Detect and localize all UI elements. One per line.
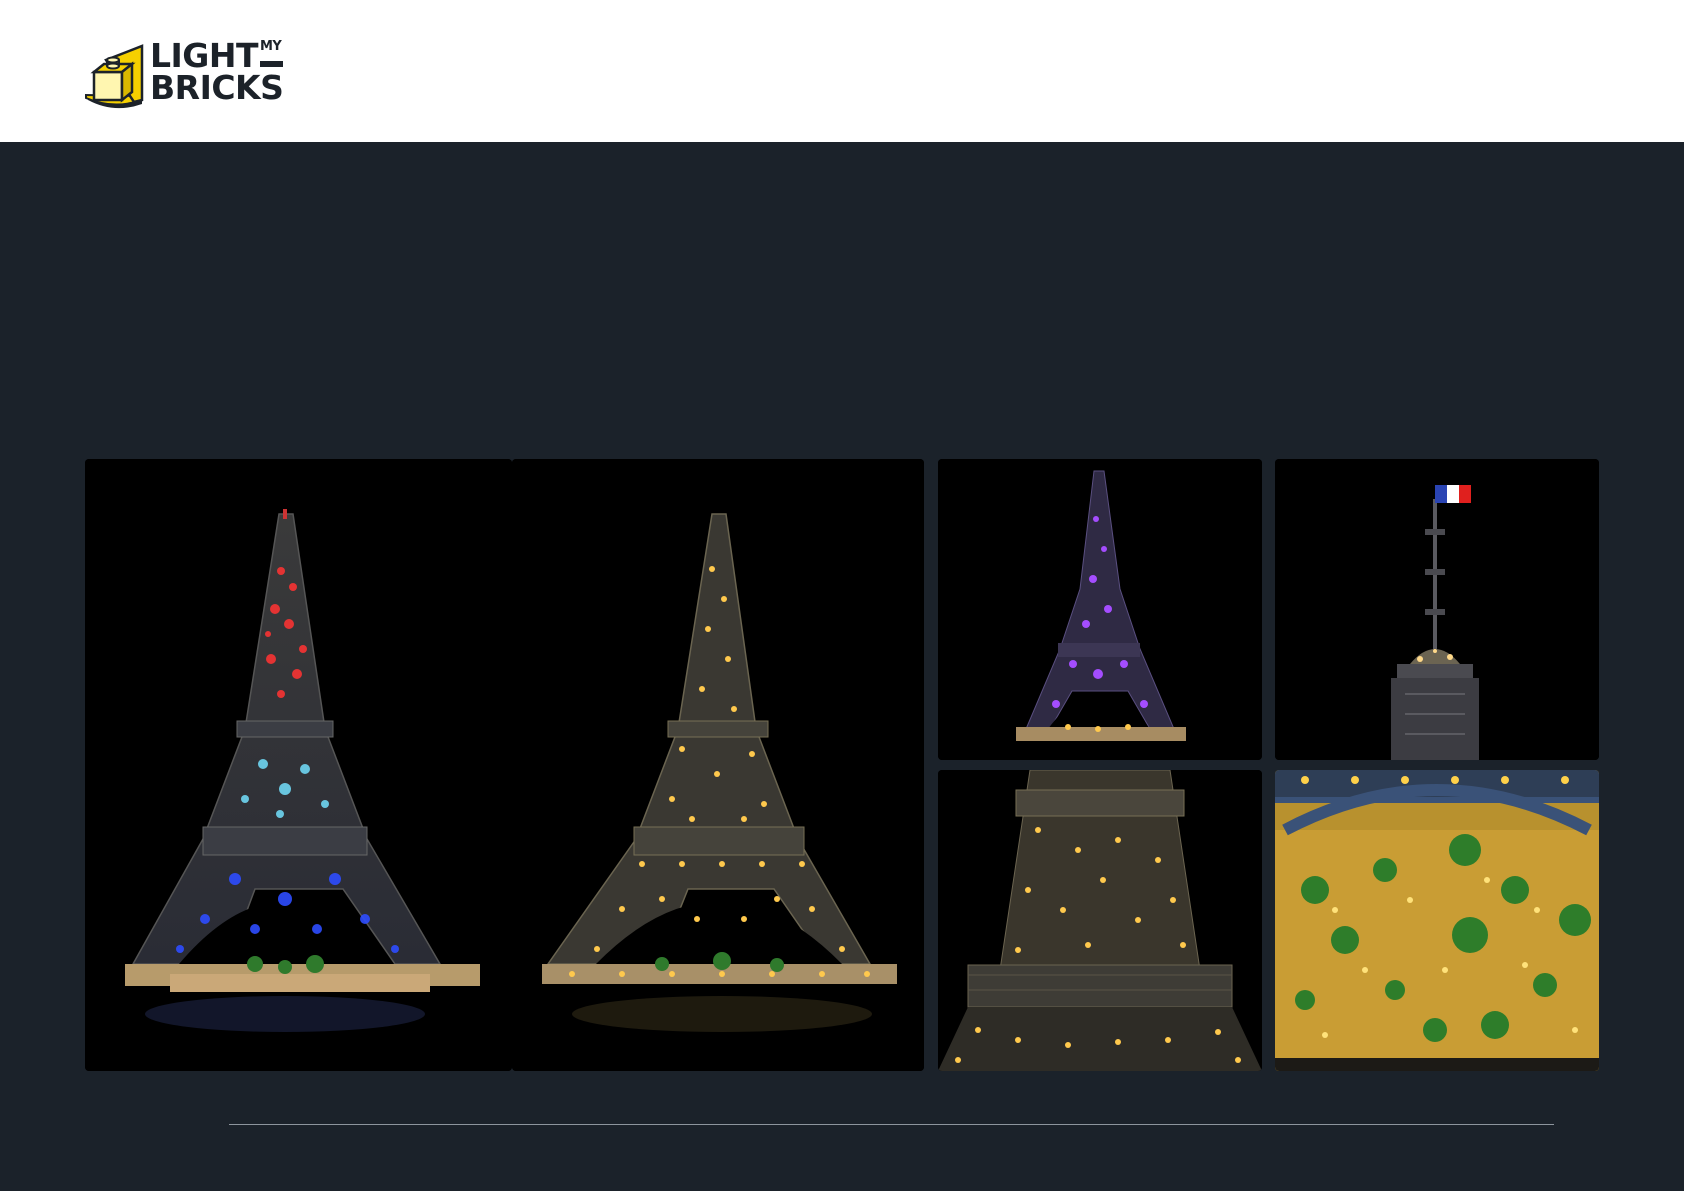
gallery-image-purple-tower[interactable] xyxy=(938,459,1262,760)
gallery-image-tricolor-tower[interactable] xyxy=(85,459,512,1071)
gallery-image-middle-level[interactable] xyxy=(938,770,1262,1071)
french-flag-icon xyxy=(1435,485,1471,503)
section-divider xyxy=(229,1124,1554,1125)
gallery-image-warm-white-tower[interactable] xyxy=(512,459,924,1071)
champ-de-mars-garden-photo xyxy=(1275,770,1599,1071)
gallery-image-summit-flag[interactable] xyxy=(1275,459,1599,760)
eiffel-tower-warm-white-photo xyxy=(512,459,924,1071)
gallery-image-garden[interactable] xyxy=(1275,770,1599,1071)
eiffel-tower-tricolor-photo xyxy=(85,459,512,1071)
eiffel-tower-summit-photo xyxy=(1275,459,1599,760)
eiffel-tower-middle-photo xyxy=(938,770,1262,1071)
product-image-gallery xyxy=(0,0,1684,1191)
eiffel-tower-purple-photo xyxy=(938,459,1262,760)
